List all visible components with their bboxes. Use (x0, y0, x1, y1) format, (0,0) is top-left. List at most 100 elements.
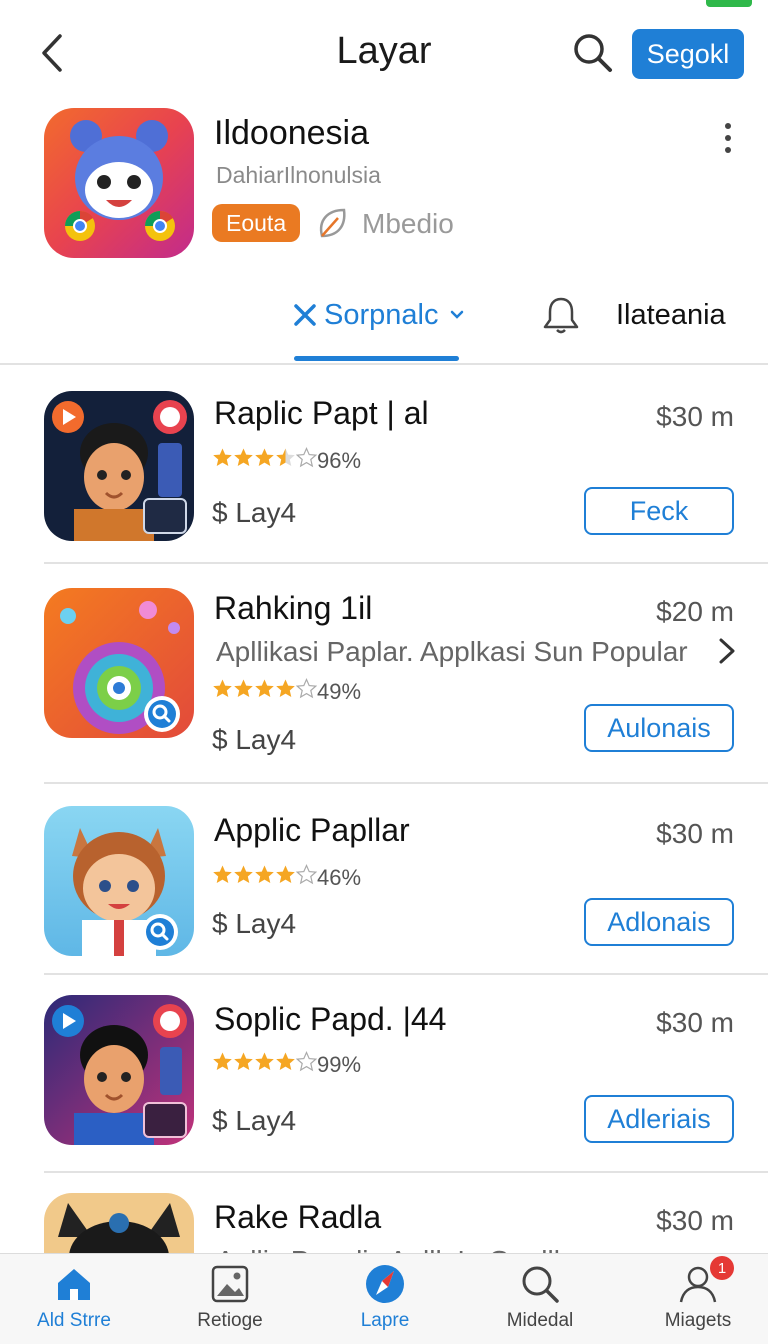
app-price: $30 m (656, 818, 734, 849)
app-cost: $ Lay4 (212, 724, 297, 755)
star-icon (213, 865, 232, 883)
active-tab-indicator (294, 356, 459, 361)
nav-label: Ald Strre (37, 1310, 111, 1331)
chevron-left-icon (42, 34, 62, 72)
app-action-button[interactable]: Aulonais (584, 704, 734, 752)
developer-name[interactable]: DahiarIlnonulsia (216, 162, 381, 189)
app-list: Raplic Papt | al $30 m 96% $ Lay4 Feck R… (0, 367, 768, 1253)
app-icon (44, 995, 194, 1145)
meta-label: Mbedio (362, 208, 454, 239)
app-description: Apllikasi Paplar. Applkasi Sun Popular (216, 636, 688, 667)
star-rating (212, 447, 317, 474)
app-title: Rahking 1il (214, 590, 373, 626)
rating: 49% (212, 678, 361, 705)
app-price: $30 m (656, 401, 734, 432)
star-icon (276, 679, 295, 697)
nav-item-explore[interactable]: Lapre (315, 1262, 455, 1342)
star-icon (276, 1052, 295, 1070)
tab-bar: Sorpnalc Ilateania (0, 270, 768, 365)
search-button[interactable] (570, 30, 616, 76)
rating: 96% (212, 447, 361, 474)
star-icon (213, 1052, 232, 1070)
star-icon (276, 865, 295, 883)
star-icon (213, 679, 232, 697)
star-icon (234, 1052, 253, 1070)
top-bar: Layar Segokl (0, 0, 768, 100)
star-icon (276, 448, 295, 466)
app-cost: $ Lay4 (212, 908, 297, 939)
chevron-right-icon[interactable] (716, 636, 738, 666)
star-icon (255, 679, 274, 697)
app-info-section: Ildoonesia DahiarIlnonulsia Eouta Mbedio (0, 104, 768, 264)
more-dot-icon (725, 147, 731, 153)
star-empty-icon (296, 864, 317, 885)
app-action-button[interactable]: Adleriais (584, 1095, 734, 1143)
app-icon (44, 806, 194, 956)
app-action-button[interactable]: Feck (584, 487, 734, 535)
nav-label: Lapre (360, 1310, 410, 1331)
compass-icon (363, 1262, 407, 1306)
app-price: $20 m (656, 596, 734, 627)
more-options-button[interactable] (714, 118, 742, 158)
category-badge: Eouta (212, 204, 301, 242)
star-empty-icon (296, 1051, 317, 1072)
app-action-button[interactable]: Adlonais (584, 898, 734, 946)
nav-item-search[interactable]: Midedal (470, 1262, 610, 1342)
primary-action-button[interactable]: Segokl (632, 29, 744, 79)
rating-value: 49% (317, 678, 362, 704)
home-icon (52, 1262, 96, 1306)
tab-sorpnalc[interactable]: Sorpnalc (292, 292, 470, 338)
nav-item-home[interactable]: Ald Strre (4, 1262, 144, 1342)
star-icon (234, 448, 253, 466)
list-item[interactable]: Rake Radla $30 m Apllic Papplic Apllk Ia… (0, 1173, 768, 1253)
profile-icon: 1 (676, 1256, 734, 1306)
more-dot-icon (725, 123, 731, 129)
search-icon (574, 34, 612, 72)
rating-value: 99% (317, 1051, 362, 1077)
list-item[interactable]: Rahking 1il $20 m Apllikasi Paplar. Appl… (0, 564, 768, 784)
tab-label: Sorpnalc (324, 298, 439, 331)
star-rating (212, 1051, 317, 1078)
tab-ilateania[interactable]: Ilateania (540, 292, 726, 338)
back-button[interactable] (34, 30, 70, 76)
star-icon (255, 1052, 274, 1070)
star-icon (234, 865, 253, 883)
nav-item-images[interactable]: Retioge (160, 1262, 300, 1342)
nav-label: Retioge (197, 1310, 263, 1331)
nav-label: Midedal (506, 1310, 574, 1331)
app-title: Raplic Papt | al (214, 395, 429, 431)
rating: 46% (212, 864, 361, 891)
bottom-navigation: Ald Strre Retioge Lapre Midedal 1 Miaget… (0, 1253, 768, 1344)
star-rating (212, 864, 317, 891)
tab-label: Ilateania (616, 298, 726, 331)
nav-label: Miagets (664, 1310, 732, 1331)
rating-value: 96% (317, 447, 362, 473)
rating: 99% (212, 1051, 361, 1078)
app-icon (44, 588, 194, 738)
app-price: $30 m (656, 1205, 734, 1236)
list-item[interactable]: Soplic Papd. |44 $30 m 99% $ Lay4 Adleri… (0, 975, 768, 1173)
star-icon (213, 448, 232, 466)
app-name: Ildoonesia (214, 114, 370, 152)
list-item[interactable]: Applic Papllar $30 m 46% $ Lay4 Adlonais (0, 784, 768, 975)
notification-badge: 1 (710, 1256, 734, 1280)
app-cost: $ Lay4 (212, 1105, 297, 1136)
app-title: Applic Papllar (214, 812, 410, 848)
list-item[interactable]: Raplic Papt | al $30 m 96% $ Lay4 Feck (0, 367, 768, 564)
app-cost: $ Lay4 (212, 497, 297, 528)
app-icon (44, 391, 194, 541)
app-icon (44, 1193, 194, 1253)
rating-value: 46% (317, 864, 362, 890)
app-title: Soplic Papd. |44 (214, 1001, 447, 1037)
app-description: Apllic Papplic Apllk Ia Gapllk (216, 1245, 568, 1253)
more-dot-icon (725, 135, 731, 141)
bell-icon (543, 297, 579, 334)
star-rating (212, 678, 317, 705)
close-icon (294, 304, 316, 326)
star-empty-icon (296, 678, 317, 699)
nav-item-profile[interactable]: 1 Miagets (628, 1256, 768, 1342)
search-icon (518, 1262, 562, 1306)
star-icon (234, 679, 253, 697)
image-icon (208, 1262, 252, 1306)
star-empty-icon (296, 447, 317, 468)
